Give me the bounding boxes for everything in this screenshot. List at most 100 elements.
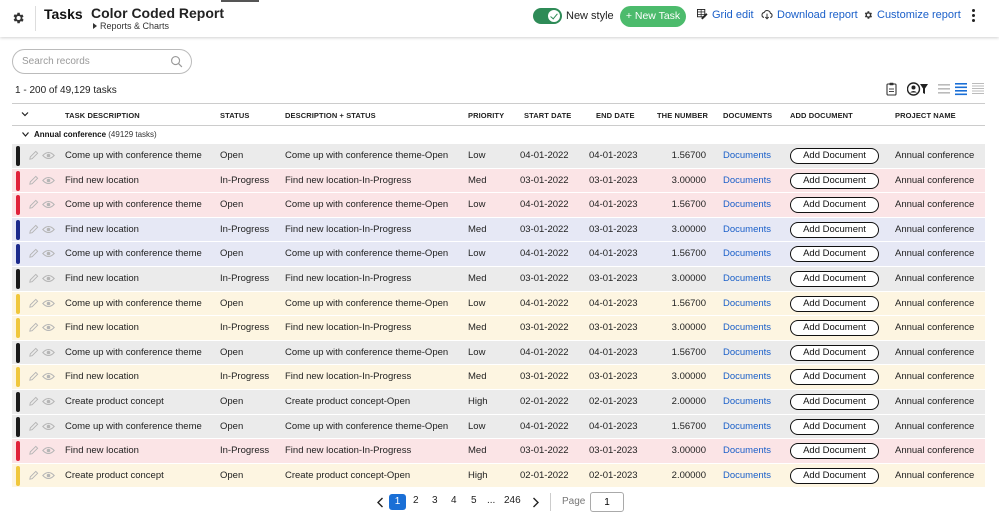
person-filter-icon[interactable]: [907, 82, 929, 96]
clipboard-icon[interactable]: [886, 82, 897, 96]
table-row[interactable]: Come up with conference theme Open Come up…: [12, 144, 985, 169]
add-document-button[interactable]: Add Document: [790, 148, 879, 164]
eye-icon[interactable]: [42, 200, 55, 209]
table-row[interactable]: Create product concept Open Create product…: [12, 389, 985, 415]
table-row[interactable]: Come up with conference theme Open Come up…: [12, 242, 985, 267]
download-report-link[interactable]: Download report: [761, 9, 858, 21]
pencil-icon[interactable]: [28, 248, 39, 259]
eye-icon[interactable]: [42, 323, 55, 332]
column-header[interactable]: PROJECT NAME: [895, 111, 956, 120]
grid-edit-link[interactable]: Grid edit: [697, 9, 754, 21]
pencil-icon[interactable]: [28, 445, 39, 456]
add-document-button[interactable]: Add Document: [790, 467, 879, 484]
add-document-button[interactable]: Add Document: [790, 393, 879, 410]
eye-icon[interactable]: [42, 348, 55, 357]
new-task-button[interactable]: + New Task: [620, 6, 686, 27]
table-row[interactable]: Come up with conference theme Open Come up…: [12, 291, 985, 317]
column-header[interactable]: DOCUMENTS: [723, 111, 772, 120]
table-row[interactable]: Find new location In-Progress Find new loc…: [12, 168, 985, 194]
documents-link[interactable]: Documents: [723, 347, 771, 358]
more-options-icon[interactable]: [968, 9, 978, 23]
sub-breadcrumb[interactable]: Reports & Charts: [93, 21, 169, 31]
documents-link[interactable]: Documents: [723, 322, 771, 333]
documents-link[interactable]: Documents: [723, 298, 771, 309]
page-4-button[interactable]: 4: [451, 495, 457, 506]
add-document-button[interactable]: Add Document: [790, 443, 879, 460]
last-page-button[interactable]: 246: [504, 495, 521, 506]
documents-link[interactable]: Documents: [723, 396, 771, 407]
table-row[interactable]: Come up with conference theme Open Come up…: [12, 340, 985, 366]
documents-link[interactable]: Documents: [723, 273, 771, 284]
documents-link[interactable]: Documents: [723, 199, 771, 210]
column-header[interactable]: PRIORITY: [468, 111, 504, 120]
pencil-icon[interactable]: [28, 347, 39, 358]
pencil-icon[interactable]: [28, 322, 39, 333]
density-normal-icon[interactable]: [955, 82, 967, 96]
pencil-icon[interactable]: [28, 298, 39, 309]
page-3-button[interactable]: 3: [432, 495, 438, 506]
chevron-left-icon[interactable]: [376, 497, 384, 508]
pencil-icon[interactable]: [28, 273, 39, 284]
eye-icon[interactable]: [42, 397, 55, 406]
pencil-icon[interactable]: [28, 224, 39, 235]
pencil-icon[interactable]: [28, 175, 39, 186]
add-document-button[interactable]: Add Document: [790, 320, 879, 337]
eye-icon[interactable]: [42, 274, 55, 283]
eye-icon[interactable]: [42, 471, 55, 480]
pencil-icon[interactable]: [28, 396, 39, 407]
column-header[interactable]: ADD DOCUMENT: [790, 111, 853, 120]
page-number-input[interactable]: [590, 492, 624, 512]
documents-link[interactable]: Documents: [723, 175, 771, 186]
column-header[interactable]: THE NUMBER: [657, 111, 708, 120]
chevron-right-icon[interactable]: [532, 497, 540, 508]
page-5-button[interactable]: 5: [471, 495, 477, 506]
eye-icon[interactable]: [42, 176, 55, 185]
density-dense-icon[interactable]: [972, 82, 984, 96]
table-row[interactable]: Come up with conference theme Open Come up…: [12, 414, 985, 440]
density-compact-icon[interactable]: [938, 82, 950, 96]
add-document-button[interactable]: Add Document: [790, 197, 879, 214]
pencil-icon[interactable]: [28, 199, 39, 210]
group-header[interactable]: Annual conference (49129 tasks): [12, 126, 985, 144]
table-row[interactable]: Find new location In-Progress Find new loc…: [12, 266, 985, 292]
column-header[interactable]: TASK DESCRIPTION: [65, 111, 140, 120]
column-header[interactable]: END DATE: [596, 111, 635, 120]
add-document-button[interactable]: Add Document: [790, 344, 879, 361]
pencil-icon[interactable]: [28, 371, 39, 382]
gear-icon[interactable]: [11, 11, 25, 25]
add-document-button[interactable]: Add Document: [790, 369, 879, 386]
search-icon[interactable]: [170, 55, 183, 68]
eye-icon[interactable]: [42, 372, 55, 381]
table-row[interactable]: Find new location In-Progress Find new loc…: [12, 217, 985, 243]
table-row[interactable]: Find new location In-Progress Find new loc…: [12, 316, 985, 341]
pencil-icon[interactable]: [28, 470, 39, 481]
add-document-button[interactable]: Add Document: [790, 172, 879, 189]
table-row[interactable]: Find new location In-Progress Find new loc…: [12, 365, 985, 390]
add-document-button[interactable]: Add Document: [790, 270, 879, 287]
new-style-toggle[interactable]: [533, 8, 562, 24]
add-document-button[interactable]: Add Document: [790, 246, 879, 263]
table-row[interactable]: Create product concept Open Create product…: [12, 463, 985, 489]
customize-report-link[interactable]: Customize report: [863, 9, 961, 21]
documents-link[interactable]: Documents: [723, 150, 771, 161]
documents-link[interactable]: Documents: [723, 224, 771, 235]
documents-link[interactable]: Documents: [723, 371, 771, 382]
add-document-button[interactable]: Add Document: [790, 221, 879, 238]
app-title[interactable]: Tasks: [44, 6, 83, 22]
eye-icon[interactable]: [42, 151, 55, 160]
column-header[interactable]: START DATE: [524, 111, 571, 120]
column-header[interactable]: DESCRIPTION + STATUS: [285, 111, 376, 120]
documents-link[interactable]: Documents: [723, 445, 771, 456]
chevron-down-icon[interactable]: [22, 132, 29, 137]
page-1-button[interactable]: 1: [389, 494, 406, 510]
eye-icon[interactable]: [42, 225, 55, 234]
search-input[interactable]: [12, 49, 192, 74]
add-document-button[interactable]: Add Document: [790, 418, 879, 435]
pencil-icon[interactable]: [28, 150, 39, 161]
eye-icon[interactable]: [42, 446, 55, 455]
pencil-icon[interactable]: [28, 421, 39, 432]
table-row[interactable]: Find new location In-Progress Find new loc…: [12, 439, 985, 464]
eye-icon[interactable]: [42, 299, 55, 308]
documents-link[interactable]: Documents: [723, 470, 771, 481]
add-document-button[interactable]: Add Document: [790, 295, 879, 312]
